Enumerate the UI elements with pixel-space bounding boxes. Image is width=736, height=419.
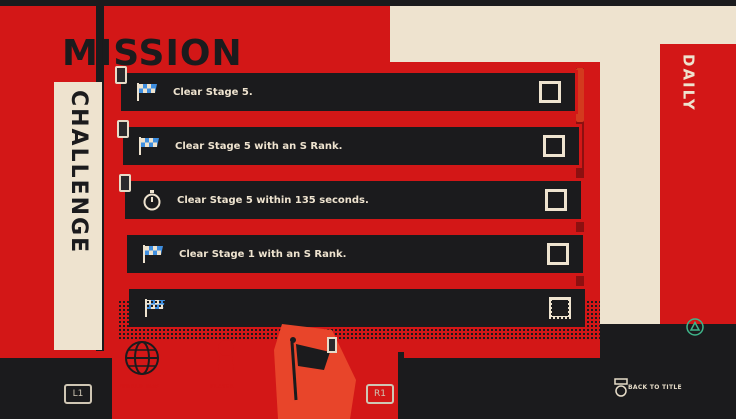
mission-checkbox[interactable] [545,189,567,211]
nav-player-label: PLAYER [210,384,235,390]
mission-row[interactable]: Clear Stage 5. [115,66,578,114]
l1-button[interactable]: L1 [64,384,92,404]
mission-checkbox[interactable] [547,243,569,265]
mission-label: Clear Stage 5 within 135 seconds. [177,194,369,206]
stopwatch-icon [139,189,165,211]
nav-player[interactable]: PLAYER [206,338,246,396]
dark-top-border [0,0,736,6]
checkered-flag-icon [137,135,163,157]
touchpad-button-icon [614,378,628,402]
dark-right-lower [600,324,736,358]
tab-daily-label: DAILY [679,54,698,112]
triangle-button-icon[interactable] [686,318,704,336]
mission-row[interactable]: Clear Stage 5 with an S Rank. [117,120,582,168]
mission-label: Clear Stage 5 with an S Rank. [175,140,343,152]
mission-screen: MISSION CHALLENGE DAILY Clear Stage 5. C… [0,0,736,419]
mission-checkbox[interactable] [539,81,561,103]
row-tag [115,66,127,84]
cream-right-panel [600,62,660,358]
nav-world-map[interactable]: WORLD MAP [116,340,172,396]
r1-button[interactable]: R1 [366,384,394,404]
player-pawn-icon [212,338,240,384]
tab-challenge-label: CHALLENGE [66,89,91,255]
tab-daily[interactable]: DAILY [668,54,708,154]
checkered-flag-icon [141,243,167,265]
mission-flag-icon [272,320,364,419]
mission-row[interactable]: Clear Stage 5 within 135 seconds. [119,174,584,222]
dark-bottom-divider [398,352,404,419]
mission-label: Clear Stage 1 with an S Rank. [179,248,347,260]
mission-label: Clear Stage 5. [173,86,253,98]
globe-icon [122,340,162,388]
row-tag [117,120,129,138]
checkered-flag-icon [135,81,161,103]
mission-row[interactable]: Clear Stage 1 with an S Rank. [124,232,586,276]
back-to-title-label: BACK TO TITLE [628,384,682,391]
row-tag [119,174,131,192]
tab-challenge[interactable]: CHALLENGE [54,82,102,262]
nav-world-map-label: WORLD MAP [120,384,160,390]
nav-mission-selected[interactable] [272,320,364,419]
mission-checkbox[interactable] [543,135,565,157]
